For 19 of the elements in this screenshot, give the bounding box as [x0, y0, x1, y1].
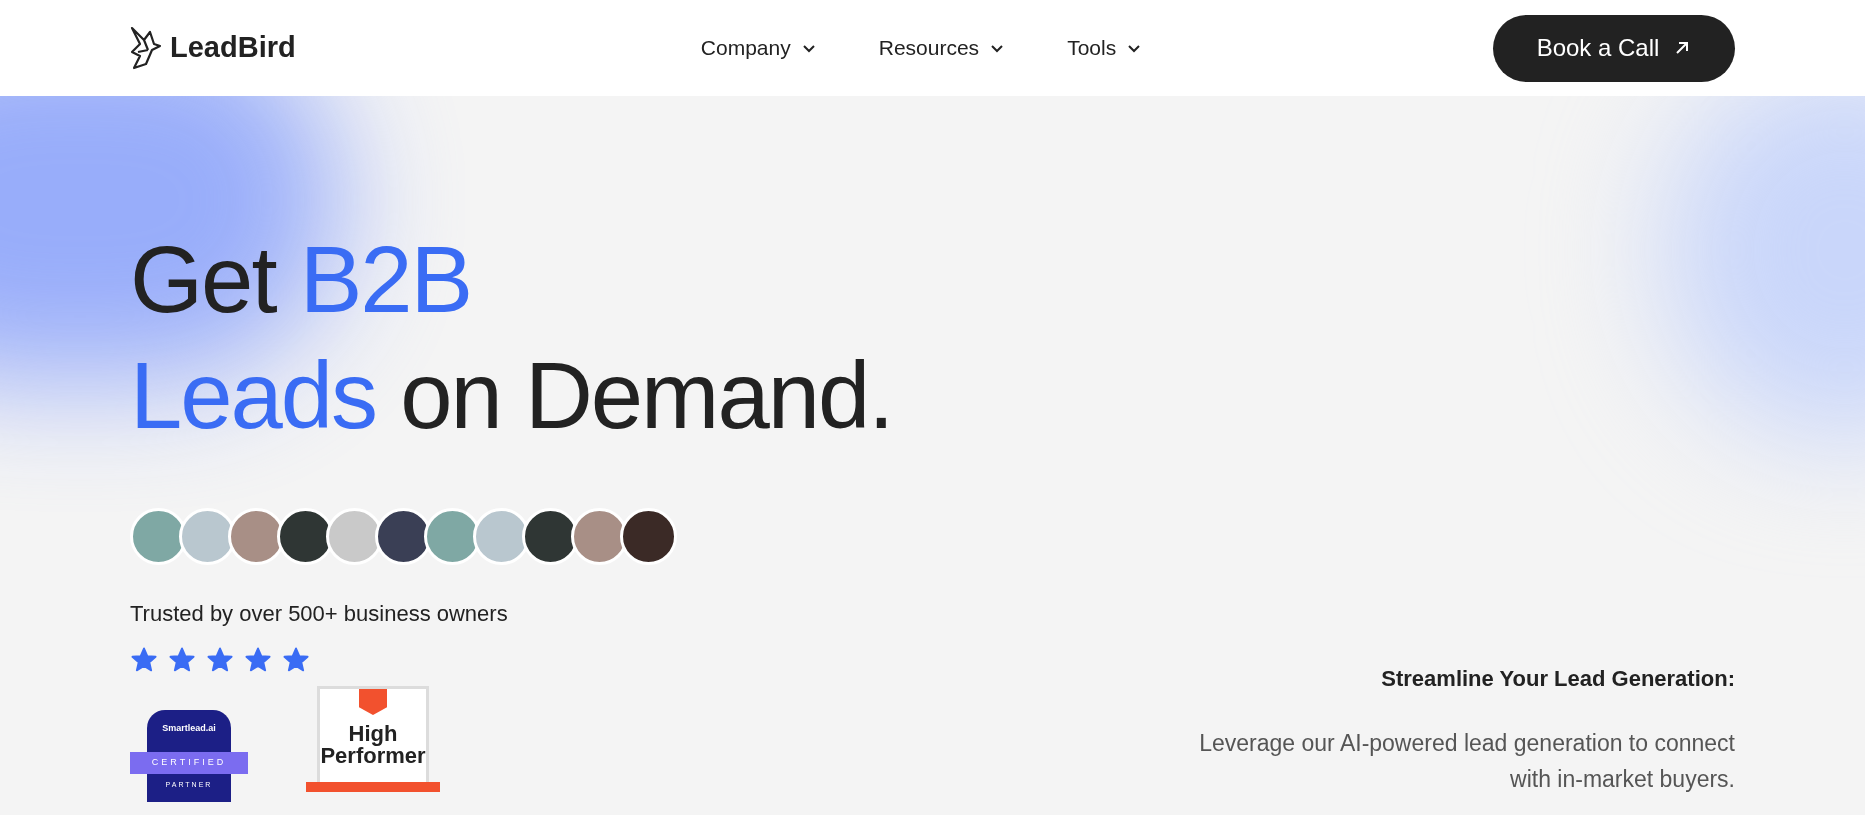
aside-text: Leverage our AI-powered lead generation to connect with in-market buyers. — [1198, 729, 1735, 794]
badge-title: High Performer — [320, 723, 426, 767]
aside-heading: Streamline Your Lead Generation: — [1381, 665, 1735, 693]
badge-ribbon-text: CERTIFIED — [151, 756, 227, 770]
badge-title: Smartlead.ai — [162, 722, 216, 735]
nav-menu[interactable]: Tools — [1067, 32, 1143, 64]
logo-text[interactable]: LeadBird — [170, 26, 296, 70]
headline: Get B2B Leads on Demand. — [130, 226, 893, 450]
bird-logo-icon[interactable] — [130, 26, 162, 70]
trusted-text: Trusted by over 500+ business owners — [130, 600, 508, 628]
star-icon — [206, 646, 234, 674]
star-icon — [130, 646, 158, 674]
star-icon — [244, 646, 272, 674]
nav-menu[interactable]: Company — [700, 32, 817, 64]
nav-menu[interactable]: Resources — [878, 32, 1006, 64]
star-icon — [168, 646, 196, 674]
star-icon — [282, 646, 310, 674]
g2-logo-icon — [359, 689, 387, 715]
book-call-button[interactable]: Book a Call — [1493, 14, 1735, 82]
